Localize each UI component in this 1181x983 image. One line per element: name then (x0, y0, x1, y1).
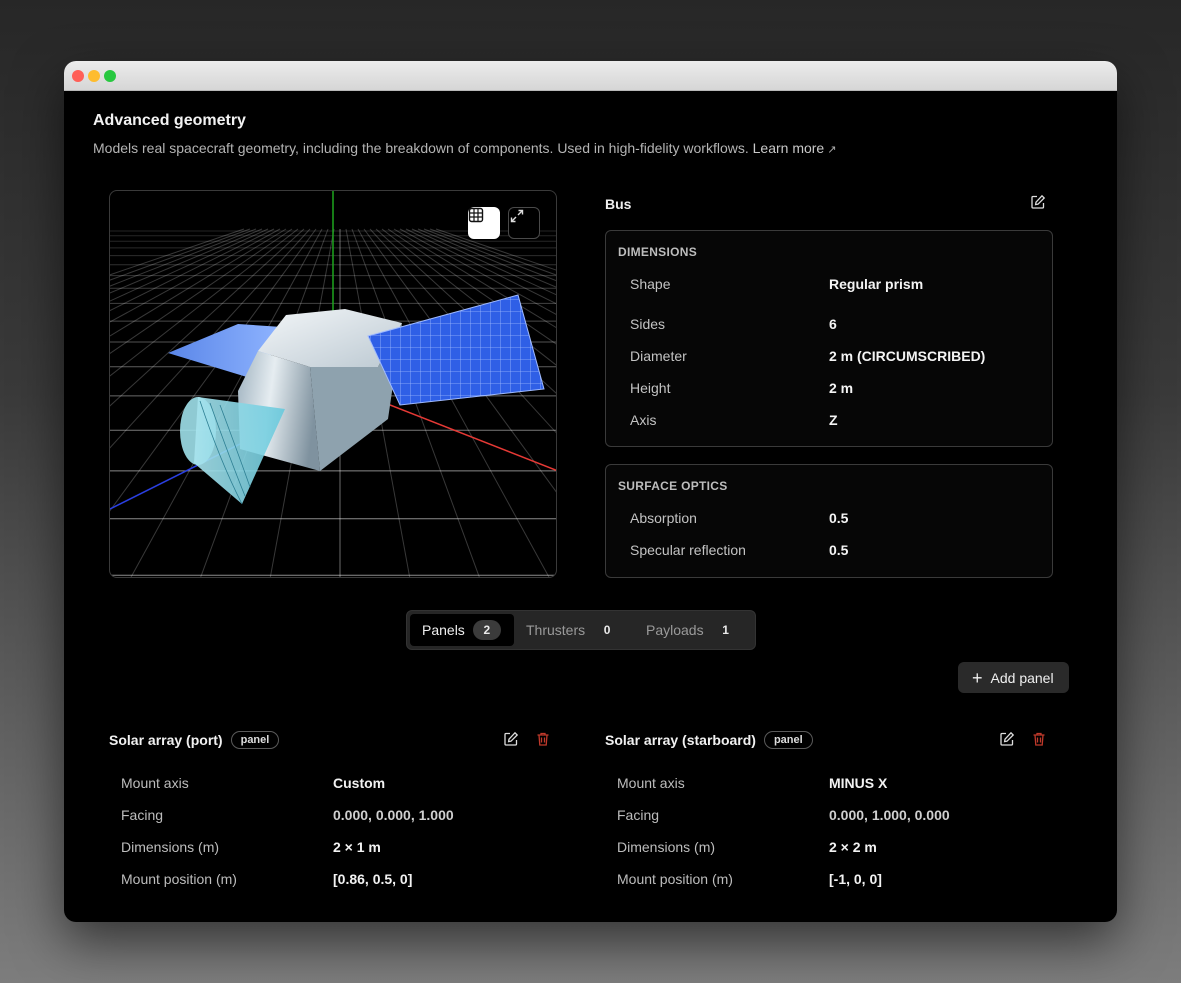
tab-count-badge: 2 (472, 620, 501, 640)
row-value: 0.000, 0.000, 1.000 (333, 807, 454, 823)
optics-label: Absorption (630, 510, 697, 526)
row-label: Dimensions (m) (617, 839, 716, 855)
delete-panel-button[interactable] (1031, 731, 1047, 752)
bus-title: Bus (605, 196, 632, 212)
close-window-button[interactable] (72, 70, 84, 82)
grid-line (417, 228, 556, 288)
description-text: Models real spacecraft geometry, includi… (93, 140, 749, 156)
edit-icon (1031, 194, 1046, 209)
row-value: [0.86, 0.5, 0] (333, 871, 413, 887)
window-titlebar (64, 61, 1117, 91)
grid-line (405, 228, 556, 305)
edit-icon (504, 731, 519, 746)
external-link-icon: ↗ (827, 144, 837, 156)
minimize-window-button[interactable] (88, 70, 100, 82)
tab-panels[interactable]: Panels 2 (410, 614, 514, 646)
dimensions-title: DIMENSIONS (618, 245, 698, 259)
component-tabs: Panels 2 Thrusters 0 Payloads 1 (406, 610, 756, 650)
spacecraft-scene (110, 191, 556, 577)
tab-count-badge: 1 (722, 623, 729, 637)
tab-thrusters[interactable]: Thrusters 0 (514, 614, 634, 646)
panel-card-starboard: Solar array (starboard) panel Mount axis… (605, 721, 1061, 911)
bus-edit-button[interactable] (1030, 194, 1046, 215)
trash-icon (1033, 732, 1045, 746)
add-panel-label: Add panel (990, 669, 1054, 686)
panel-header: Solar array (port) panel (109, 731, 280, 749)
row-value: 2 × 1 m (333, 839, 381, 855)
tab-label: Panels (422, 622, 465, 638)
x-axis-line (379, 400, 556, 472)
add-panel-button[interactable]: + Add panel (958, 662, 1069, 693)
panel-card-port: Solar array (port) panel Mount axis Cust… (109, 721, 565, 911)
dim-value: 2 m (829, 380, 854, 396)
row-label: Facing (121, 807, 164, 823)
dim-value: Regular prism (829, 276, 924, 292)
row-label: Mount position (m) (121, 871, 237, 887)
panel-type-tag: panel (763, 731, 813, 749)
row-value: 2 × 2 m (829, 839, 877, 855)
section-title: Advanced geometry (93, 112, 246, 129)
delete-panel-button[interactable] (535, 731, 551, 752)
row-label: Mount position (m) (617, 871, 733, 887)
grid-line (369, 228, 556, 434)
grid-toggle-button[interactable] (468, 207, 500, 239)
tab-count-badge: 0 (603, 623, 611, 637)
app-window: Advanced geometry Models real spacecraft… (64, 61, 1117, 922)
geometry-3d-viewport[interactable] (109, 190, 557, 578)
row-label: Facing (617, 807, 660, 823)
optics-value: 0.5 (829, 542, 849, 558)
starboard-solar-panel (367, 294, 545, 406)
row-value: Custom (333, 775, 386, 791)
grid-line (399, 228, 556, 315)
row-label: Mount axis (121, 775, 189, 791)
tab-label: Payloads (646, 622, 704, 638)
row-value: MINUS X (829, 775, 888, 791)
row-value: 0.000, 1.000, 0.000 (829, 807, 950, 823)
optics-title: SURFACE OPTICS (618, 479, 728, 493)
panel-header: Solar array (starboard) panel (605, 731, 813, 749)
edit-icon (1000, 731, 1015, 746)
learn-more-link[interactable]: Learn more ↗ (753, 140, 837, 156)
dim-value: 6 (829, 316, 837, 332)
panel-name: Solar array (starboard) (605, 732, 756, 748)
row-label: Dimensions (m) (121, 839, 220, 855)
panel-name: Solar array (port) (109, 732, 223, 748)
tab-label: Thrusters (526, 622, 586, 638)
dim-value: Z (829, 412, 838, 428)
section-description: Models real spacecraft geometry, includi… (93, 140, 836, 156)
zoom-window-button[interactable] (104, 70, 116, 82)
dim-label: Diameter (630, 348, 687, 364)
learn-more-label: Learn more (752, 140, 825, 156)
expand-viewport-button[interactable] (508, 207, 540, 239)
grid-icon (468, 207, 484, 223)
dim-value: 2 m (CIRCUMSCRIBED) (829, 348, 986, 364)
dim-label: Sides (630, 316, 666, 332)
dimensions-card: DIMENSIONS Shape Regular prism Sides 6 D… (605, 230, 1053, 447)
dim-label: Axis (630, 412, 657, 428)
panel-type-tag: panel (230, 731, 280, 749)
row-value: [-1, 0, 0] (829, 871, 882, 887)
tab-payloads[interactable]: Payloads 1 (634, 614, 752, 646)
plus-icon: + (972, 667, 983, 688)
trash-icon (537, 732, 549, 746)
expand-icon (510, 209, 524, 223)
grid-line (423, 228, 556, 282)
dim-label: Shape (630, 276, 671, 292)
optics-label: Specular reflection (630, 542, 746, 558)
dim-label: Height (630, 380, 671, 396)
surface-optics-card: SURFACE OPTICS Absorption 0.5 Specular r… (605, 464, 1053, 578)
edit-panel-button[interactable] (999, 731, 1015, 752)
edit-panel-button[interactable] (503, 731, 519, 752)
row-label: Mount axis (617, 775, 685, 791)
optics-value: 0.5 (829, 510, 849, 526)
